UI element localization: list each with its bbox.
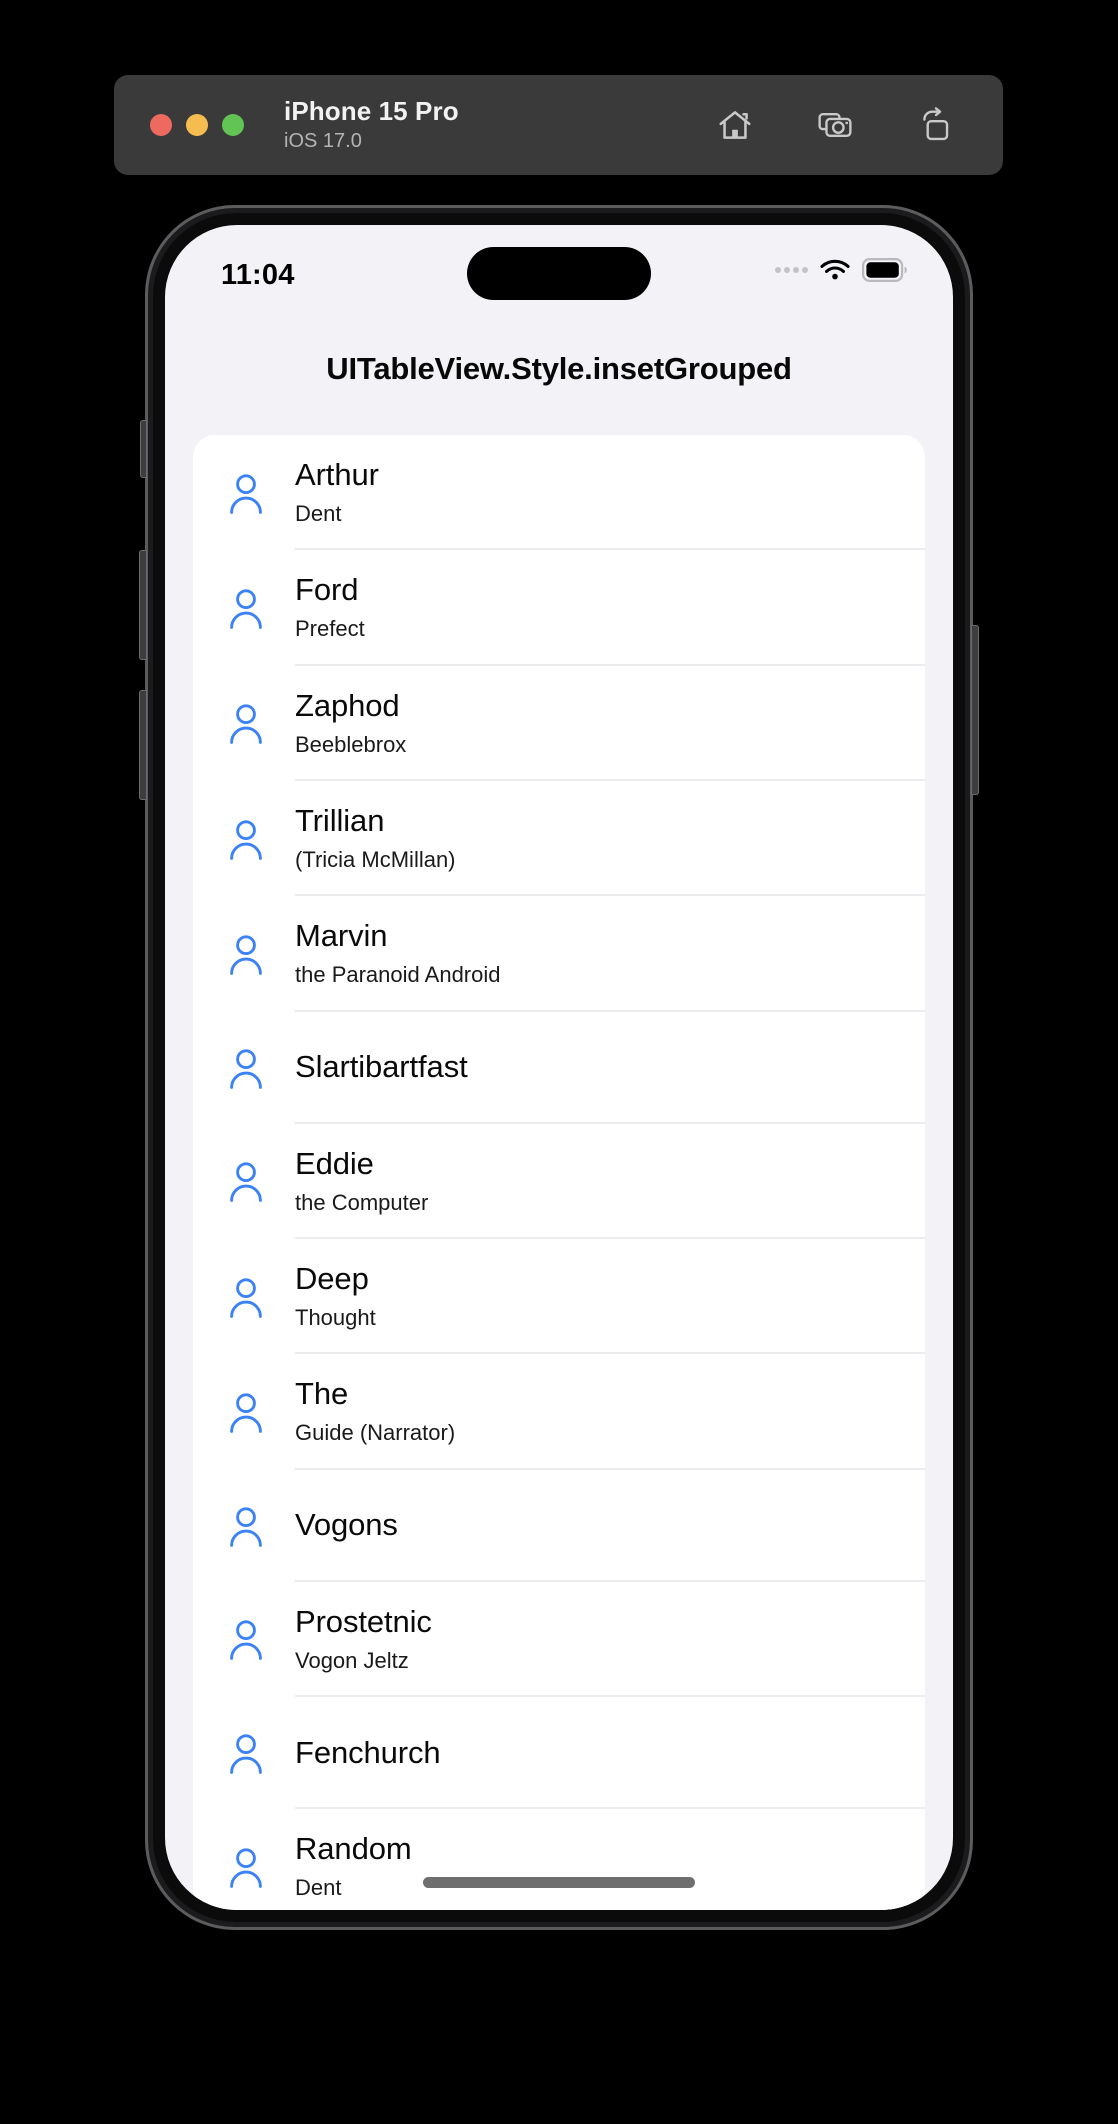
table-row[interactable]: Slartibartfast xyxy=(193,1011,925,1124)
table-row-text: Zaphod Beeblebrox xyxy=(295,666,925,782)
person-icon xyxy=(227,586,265,630)
table-row-title: Deep xyxy=(295,1261,369,1297)
minimize-button[interactable] xyxy=(186,114,208,136)
inset-grouped-section: Arthur Dent Ford Prefect Zaphod Beeblebrox Tri… xyxy=(193,435,925,1910)
person-icon xyxy=(227,1617,265,1661)
table-row-subtitle: Prefect xyxy=(295,616,365,642)
table-view[interactable]: Arthur Dent Ford Prefect Zaphod Beeblebrox Tri… xyxy=(165,435,953,1910)
person-icon xyxy=(227,1275,265,1319)
home-icon xyxy=(716,106,754,144)
zoom-button[interactable] xyxy=(222,114,244,136)
table-row-title: Vogons xyxy=(295,1507,398,1543)
table-row[interactable]: Fenchurch xyxy=(193,1697,925,1810)
table-row-title: Random xyxy=(295,1831,412,1867)
person-icon xyxy=(227,471,265,515)
table-row[interactable]: Vogons xyxy=(193,1469,925,1582)
table-row[interactable]: Eddie the Computer xyxy=(193,1123,925,1240)
screenshot-button[interactable] xyxy=(813,103,857,147)
table-row-title: Fenchurch xyxy=(295,1734,441,1770)
table-row-text: Slartibartfast xyxy=(295,1012,925,1124)
table-row-title: Prostetnic xyxy=(295,1603,432,1639)
table-row[interactable]: Random Dent xyxy=(193,1809,925,1910)
simulator-toolbar xyxy=(713,103,957,147)
table-row[interactable]: Ford Prefect xyxy=(193,550,925,666)
status-time: 11:04 xyxy=(221,259,295,291)
table-row-title: Zaphod xyxy=(295,687,400,723)
person-icon xyxy=(227,1046,265,1090)
table-row[interactable]: Trillian (Tricia McMillan) xyxy=(193,781,925,897)
person-icon xyxy=(227,817,265,861)
table-row-subtitle: Thought xyxy=(295,1305,376,1331)
volume-down-button[interactable] xyxy=(139,690,147,800)
person-icon xyxy=(227,1731,265,1775)
table-row-subtitle: Guide (Narrator) xyxy=(295,1420,456,1446)
table-row-text: Eddie the Computer xyxy=(295,1124,925,1240)
silent-switch-button[interactable] xyxy=(140,420,147,478)
screenshot-root: iPhone 15 Pro iOS 17.0 11:04 UITableView… xyxy=(0,0,1118,2124)
table-row[interactable]: The Guide (Narrator) xyxy=(193,1354,925,1470)
os-version-label: iOS 17.0 xyxy=(284,130,362,153)
table-row[interactable]: Arthur Dent xyxy=(193,435,925,551)
battery-icon xyxy=(862,258,907,282)
table-row-text: Deep Thought xyxy=(295,1239,925,1355)
person-icon xyxy=(227,1845,265,1889)
close-button[interactable] xyxy=(150,114,172,136)
person-icon xyxy=(227,1159,265,1203)
table-row[interactable]: Deep Thought xyxy=(193,1239,925,1355)
table-row-subtitle: Beeblebrox xyxy=(295,731,407,757)
table-row-text: Ford Prefect xyxy=(295,550,925,666)
table-row-title: Arthur xyxy=(295,457,379,492)
person-icon xyxy=(227,1390,265,1434)
phone-frame: 11:04 UITableView.Style.insetGrouped Art… xyxy=(139,205,979,1930)
table-row-text: Vogons xyxy=(295,1470,925,1582)
window-controls xyxy=(150,114,244,136)
table-row-text: Trillian (Tricia McMillan) xyxy=(295,781,925,897)
simulator-titlebar: iPhone 15 Pro iOS 17.0 xyxy=(114,75,1003,175)
simulator-title-group: iPhone 15 Pro iOS 17.0 xyxy=(284,96,459,153)
screenshot-camera-icon xyxy=(816,106,854,144)
signal-dots-icon xyxy=(775,267,808,273)
table-row-title: Slartibartfast xyxy=(295,1049,468,1085)
table-row-text: The Guide (Narrator) xyxy=(295,1354,925,1470)
person-icon xyxy=(227,1504,265,1548)
table-row-text: Prostetnic Vogon Jeltz xyxy=(295,1582,925,1698)
rotate-icon xyxy=(916,106,954,144)
home-button[interactable] xyxy=(713,103,757,147)
table-row-subtitle: Vogon Jeltz xyxy=(295,1647,409,1673)
table-row-text: Arthur Dent xyxy=(295,435,925,551)
home-indicator[interactable] xyxy=(423,1877,695,1888)
person-icon xyxy=(227,701,265,745)
page-title: UITableView.Style.insetGrouped xyxy=(326,351,792,386)
table-row-subtitle: the Computer xyxy=(295,1189,429,1215)
volume-up-button[interactable] xyxy=(139,550,147,660)
person-icon xyxy=(227,932,265,976)
table-row-subtitle: Dent xyxy=(295,500,342,526)
table-row[interactable]: Prostetnic Vogon Jeltz xyxy=(193,1581,925,1698)
dynamic-island xyxy=(467,247,651,300)
table-row-subtitle: (Tricia McMillan) xyxy=(295,846,456,872)
table-row-text: Random Dent xyxy=(295,1809,925,1910)
rotate-button[interactable] xyxy=(913,103,957,147)
table-row-subtitle: the Paranoid Android xyxy=(295,962,501,988)
table-row-title: The xyxy=(295,1376,349,1412)
table-row-title: Eddie xyxy=(295,1145,374,1181)
device-name-label: iPhone 15 Pro xyxy=(284,96,459,127)
phone-screen: 11:04 UITableView.Style.insetGrouped Art… xyxy=(165,225,953,1910)
table-row[interactable]: Marvin the Paranoid Android xyxy=(193,896,925,1012)
table-row-title: Marvin xyxy=(295,918,388,954)
table-row[interactable]: Zaphod Beeblebrox xyxy=(193,665,925,782)
wifi-icon xyxy=(819,258,851,282)
table-row-text: Fenchurch xyxy=(295,1697,925,1810)
status-indicators xyxy=(775,258,907,282)
status-bar: 11:04 xyxy=(165,225,953,317)
table-row-title: Trillian xyxy=(295,803,385,839)
table-row-text: Marvin the Paranoid Android xyxy=(295,896,925,1012)
table-row-title: Ford xyxy=(295,572,359,608)
power-button[interactable] xyxy=(971,625,979,795)
